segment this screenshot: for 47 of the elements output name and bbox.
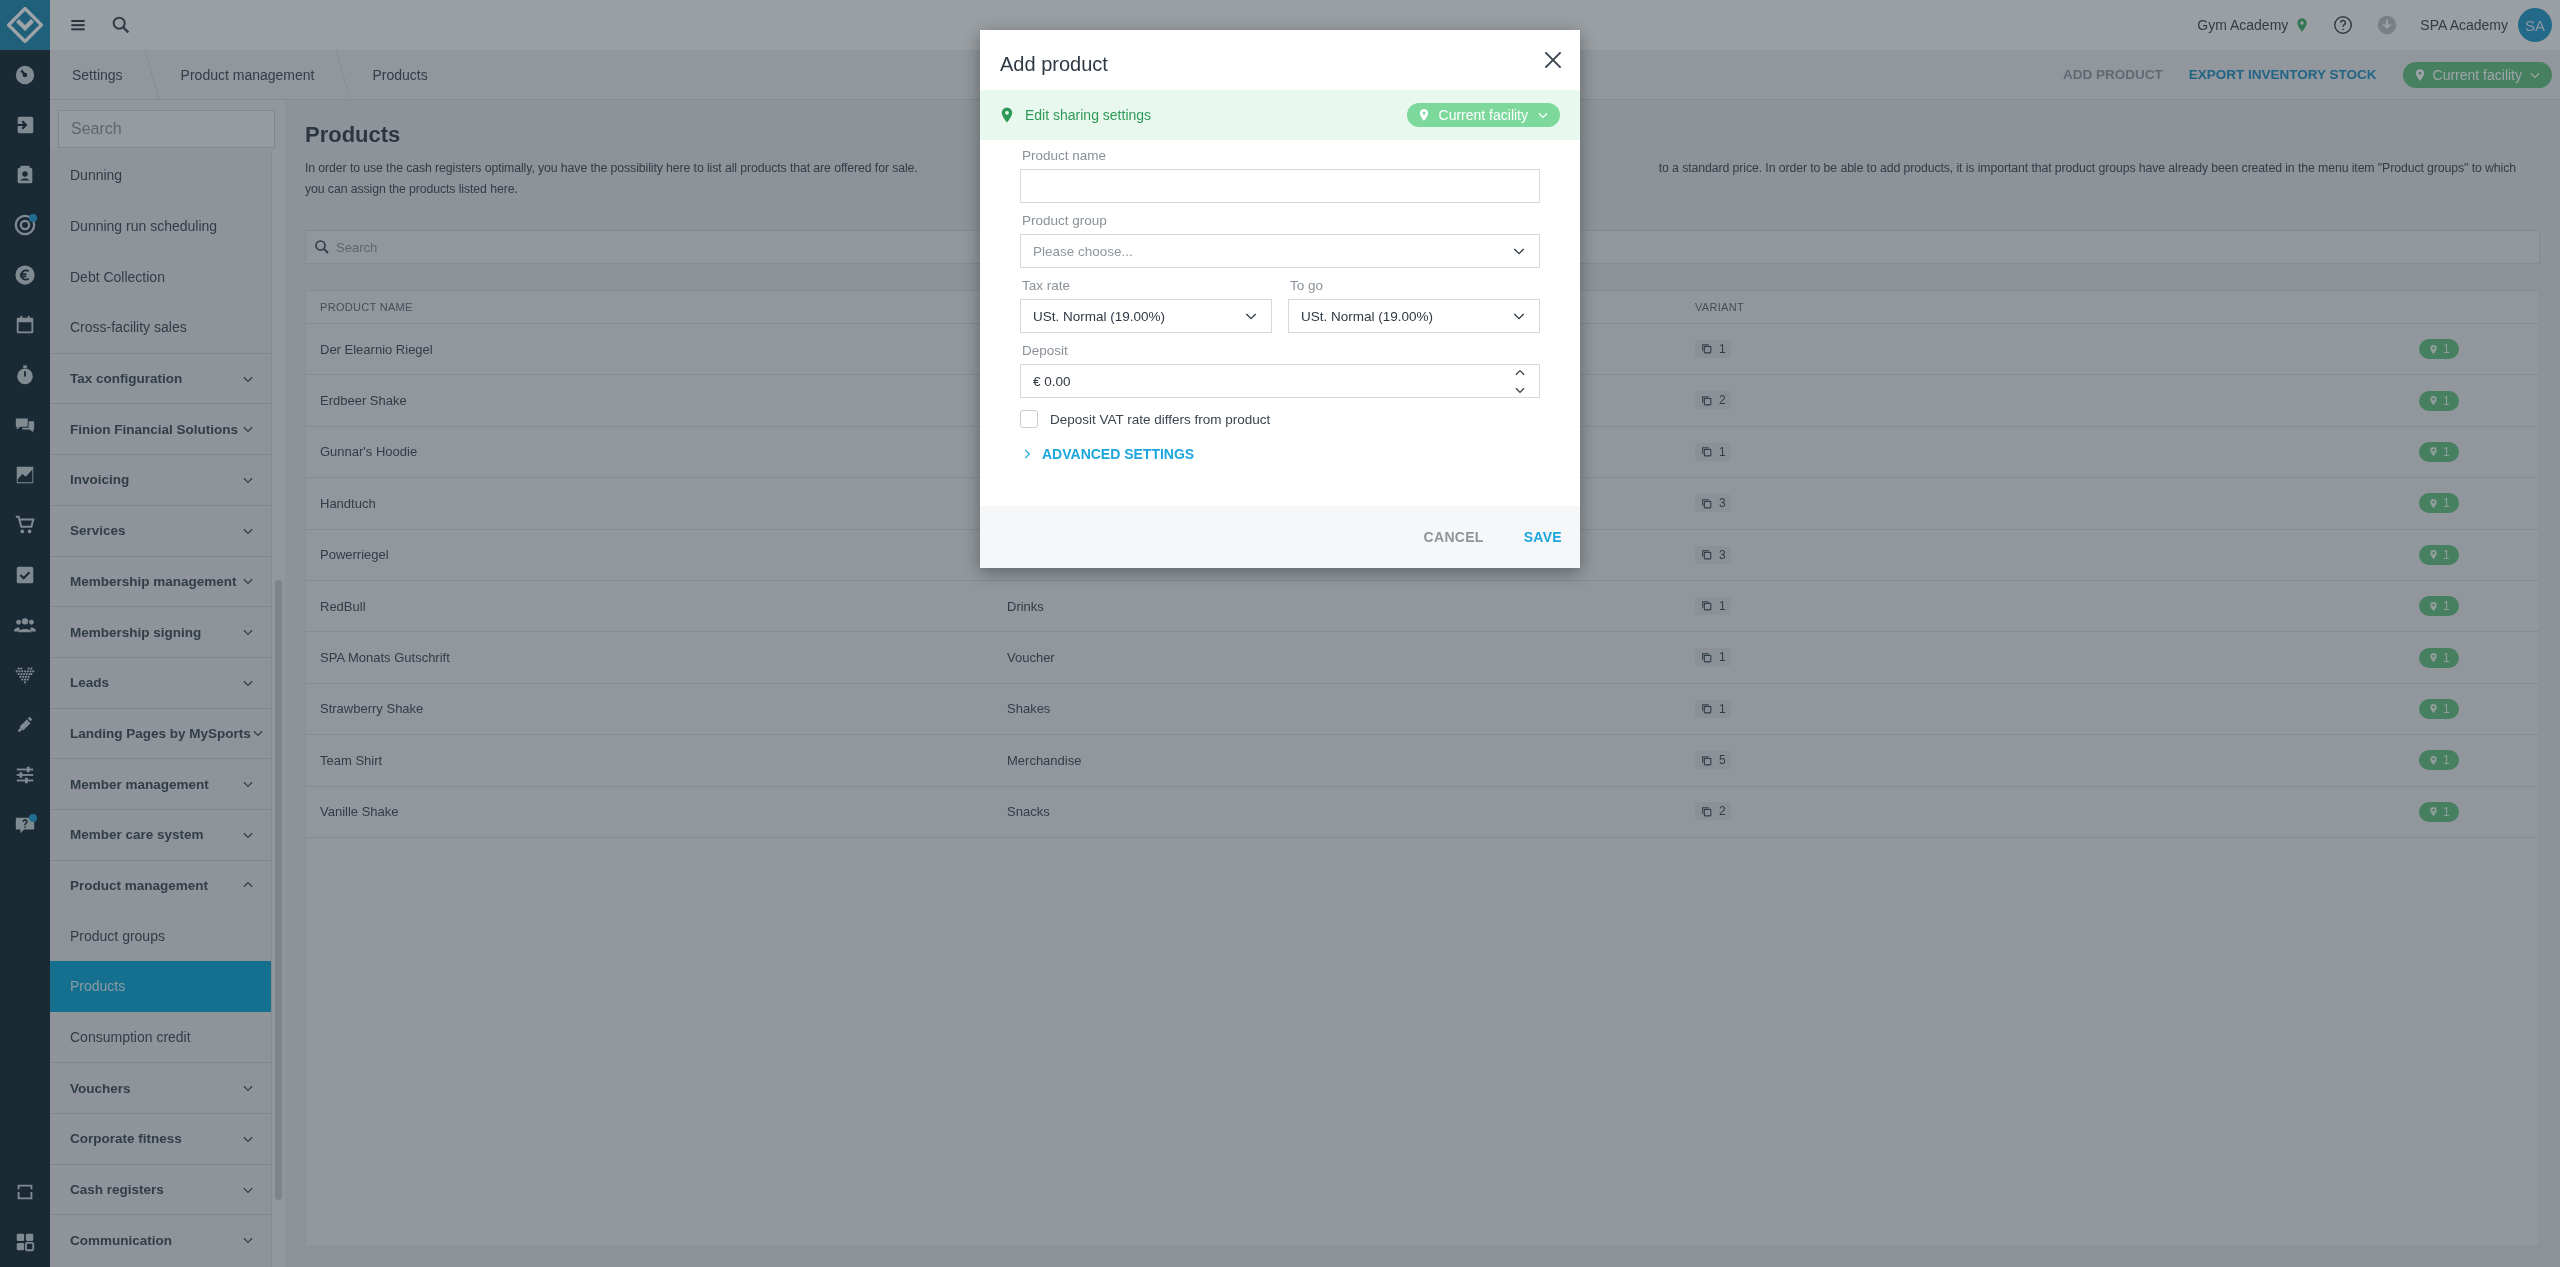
field-label: To go	[1289, 278, 1325, 293]
table-cell-text: Drinks	[1007, 598, 1045, 614]
field-label: Deposit	[1021, 343, 1069, 358]
table-cell-text: Team Shirt	[320, 752, 384, 768]
table-cell-text: Erdbeer Shake	[320, 393, 408, 409]
table-cell-text: Merchandise	[1007, 752, 1083, 768]
variant-count: 1	[1695, 442, 1731, 461]
table-cell-text: RedBull	[320, 598, 367, 614]
table-cell-text: Powerriegel	[320, 547, 390, 563]
field-label: Tax rate	[1021, 278, 1072, 293]
facility-badge: 1	[2419, 750, 2459, 771]
page-title: Products	[305, 122, 402, 148]
table-cell-text: Der Elearnio Riegel	[320, 341, 434, 357]
field-label: Product name	[1021, 148, 1108, 163]
variant-count: 1	[1695, 699, 1731, 718]
field-label: Product group	[1021, 213, 1108, 228]
table-cell-text: Vanille Shake	[320, 804, 400, 820]
variant-count: 1	[1695, 596, 1731, 615]
facility-badge: 1	[2419, 493, 2459, 514]
variant-count: 2	[1695, 802, 1731, 821]
variant-count: 3	[1695, 545, 1731, 564]
variant-count: 1	[1695, 648, 1731, 667]
variant-count: 3	[1695, 494, 1731, 513]
variant-count: 5	[1695, 751, 1731, 770]
table-cell-text: Gunnar's Hoodie	[320, 444, 419, 460]
table-cell-text: Voucher	[1007, 650, 1056, 666]
facility-badge: 1	[2419, 544, 2459, 565]
facility-badge: 1	[2419, 801, 2459, 822]
facility-badge: 1	[2419, 596, 2459, 617]
table-cell-text: SPA Monats Gutschrift	[320, 650, 451, 666]
description-text: In order to use the cash registers optimally, you have the possibility here to list all products that are offered for sale.	[305, 160, 918, 177]
column-header: VARIANT	[1695, 301, 1745, 313]
facility-badge: 1	[2419, 339, 2459, 360]
column-header: PRODUCT NAME	[320, 301, 414, 313]
description-text: you can assign the products listed here.	[305, 182, 518, 196]
variant-count: 1	[1695, 339, 1731, 358]
table-cell-text: Strawberry Shake	[320, 701, 425, 717]
facility-badge: 1	[2419, 647, 2459, 668]
table-cell-text: Shakes	[1007, 701, 1052, 717]
dialog-title: Add product	[1000, 52, 1108, 76]
table-cell-text: Snacks	[1007, 804, 1051, 820]
facility-badge: 1	[2419, 441, 2459, 462]
table-cell-text: Handtuch	[320, 495, 377, 511]
variant-count: 2	[1695, 391, 1731, 410]
facility-badge: 1	[2419, 390, 2459, 411]
description-text: to a standard price. In order to be able to add products, it is important that product groups have already been created in the menu item "Product groups" to which	[1658, 160, 2516, 177]
facility-badge: 1	[2419, 698, 2459, 719]
